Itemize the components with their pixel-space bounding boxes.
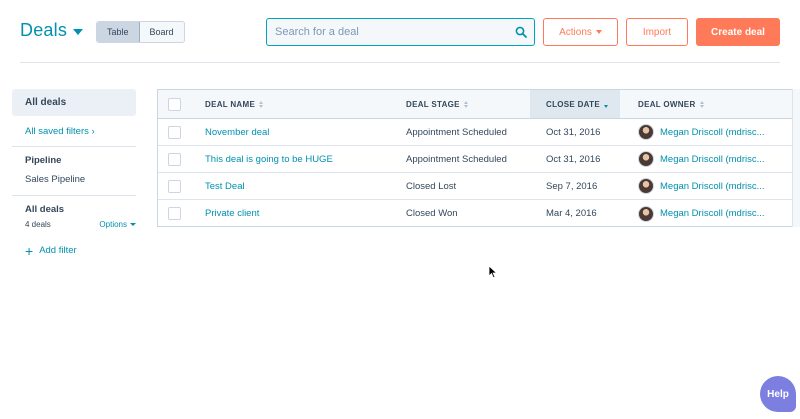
chevron-right-icon: › <box>91 126 95 137</box>
row-checkbox[interactable] <box>168 152 181 166</box>
avatar <box>638 124 654 140</box>
deal-stage: Appointment Scheduled <box>406 153 507 165</box>
column-label: DEAL NAME <box>205 99 256 109</box>
saved-filters-link[interactable]: All saved filters › <box>12 124 136 140</box>
avatar <box>638 151 654 167</box>
add-filter-button[interactable]: + Add filter <box>12 242 136 259</box>
deal-count: 4 deals <box>25 220 51 229</box>
sort-icon <box>463 100 468 108</box>
table-scrollbar[interactable] <box>792 89 800 227</box>
current-view-section: All deals 4 deals Options <box>12 196 136 229</box>
row-checkbox[interactable] <box>168 179 181 193</box>
search-icon[interactable] <box>508 19 534 45</box>
close-date: Oct 31, 2016 <box>546 126 601 138</box>
pipeline-section: Pipeline Sales Pipeline <box>12 147 136 186</box>
chevron-down-icon <box>595 30 602 34</box>
filter-sidebar: All deals All saved filters › Pipeline S… <box>12 89 136 259</box>
sort-descending-icon <box>603 101 608 108</box>
view-table-button[interactable]: Table <box>97 22 140 42</box>
column-label: CLOSE DATE <box>546 99 600 109</box>
chevron-down-icon <box>130 223 136 226</box>
help-button[interactable]: Help <box>760 376 796 412</box>
deal-owner-name: Megan Driscoll (mdrisc... <box>660 153 765 165</box>
table-header: DEAL NAME DEAL STAGE CLOSE DATE DEAL OWN… <box>158 90 793 119</box>
avatar <box>638 205 654 222</box>
close-date: Mar 4, 2016 <box>546 208 597 219</box>
current-view-name: All deals <box>25 204 65 215</box>
actions-button[interactable]: Actions <box>543 18 618 46</box>
column-header-deal-stage[interactable]: DEAL STAGE <box>406 90 530 118</box>
chevron-down-icon <box>73 28 84 35</box>
deals-table: DEAL NAME DEAL STAGE CLOSE DATE DEAL OWN… <box>157 89 793 227</box>
actions-label: Actions <box>559 26 592 38</box>
import-button[interactable]: Import <box>626 18 688 46</box>
deal-owner-name: Megan Driscoll (mdrisc... <box>660 208 765 219</box>
page-title-dropdown[interactable]: Deals <box>20 20 84 41</box>
pipeline-select[interactable]: Sales Pipeline <box>25 173 136 186</box>
deal-stage: Closed Lost <box>406 180 457 192</box>
deal-name-link[interactable]: Test Deal <box>205 173 395 199</box>
deal-owner[interactable]: Megan Driscoll (mdrisc... <box>620 146 793 172</box>
deal-owner-name: Megan Driscoll (mdrisc... <box>660 180 765 192</box>
view-toggle: Table Board <box>96 21 185 43</box>
sort-icon <box>259 100 264 108</box>
table-row: Private client Closed Won Mar 4, 2016 Me… <box>158 200 793 226</box>
sort-icon <box>699 100 704 108</box>
cursor-icon <box>488 265 498 284</box>
options-dropdown[interactable]: Options <box>99 220 136 229</box>
deal-name-link[interactable]: Private client <box>205 200 395 226</box>
search-input[interactable] <box>267 19 508 45</box>
plus-icon: + <box>25 242 34 259</box>
view-board-button[interactable]: Board <box>139 22 184 42</box>
avatar <box>638 178 654 194</box>
sidebar-item-all-deals[interactable]: All deals <box>12 89 136 116</box>
header-divider <box>20 62 780 63</box>
table-row: This deal is going to be HUGE Appointmen… <box>158 146 793 173</box>
column-label: DEAL STAGE <box>406 99 460 109</box>
table-row: November deal Appointment Scheduled Oct … <box>158 119 793 146</box>
options-label: Options <box>99 220 127 229</box>
column-header-deal-name[interactable]: DEAL NAME <box>205 90 395 118</box>
saved-filters-label: All saved filters <box>25 126 89 137</box>
row-checkbox[interactable] <box>168 125 181 139</box>
column-label: DEAL OWNER <box>638 99 696 109</box>
deal-stage: Closed Won <box>406 208 458 219</box>
search-box <box>266 18 535 46</box>
row-checkbox[interactable] <box>168 207 181 220</box>
deal-owner[interactable]: Megan Driscoll (mdrisc... <box>620 119 793 145</box>
add-filter-label: Add filter <box>39 245 77 256</box>
deal-stage: Appointment Scheduled <box>406 126 507 138</box>
pipeline-label: Pipeline <box>25 155 62 166</box>
close-date: Sep 7, 2016 <box>546 180 598 192</box>
select-all-checkbox[interactable] <box>168 97 181 111</box>
create-deal-button[interactable]: Create deal <box>696 18 780 46</box>
deal-name-link[interactable]: November deal <box>205 119 395 145</box>
deal-name-link[interactable]: This deal is going to be HUGE <box>205 146 395 172</box>
deal-owner-name: Megan Driscoll (mdrisc... <box>660 126 765 138</box>
close-date: Oct 31, 2016 <box>546 153 601 165</box>
column-header-deal-owner[interactable]: DEAL OWNER <box>620 90 793 118</box>
deal-owner[interactable]: Megan Driscoll (mdrisc... <box>620 173 793 199</box>
deal-owner[interactable]: Megan Driscoll (mdrisc... <box>620 200 793 226</box>
page-title: Deals <box>20 20 68 40</box>
table-row: Test Deal Closed Lost Sep 7, 2016 Megan … <box>158 173 793 200</box>
column-header-close-date[interactable]: CLOSE DATE <box>530 90 620 118</box>
